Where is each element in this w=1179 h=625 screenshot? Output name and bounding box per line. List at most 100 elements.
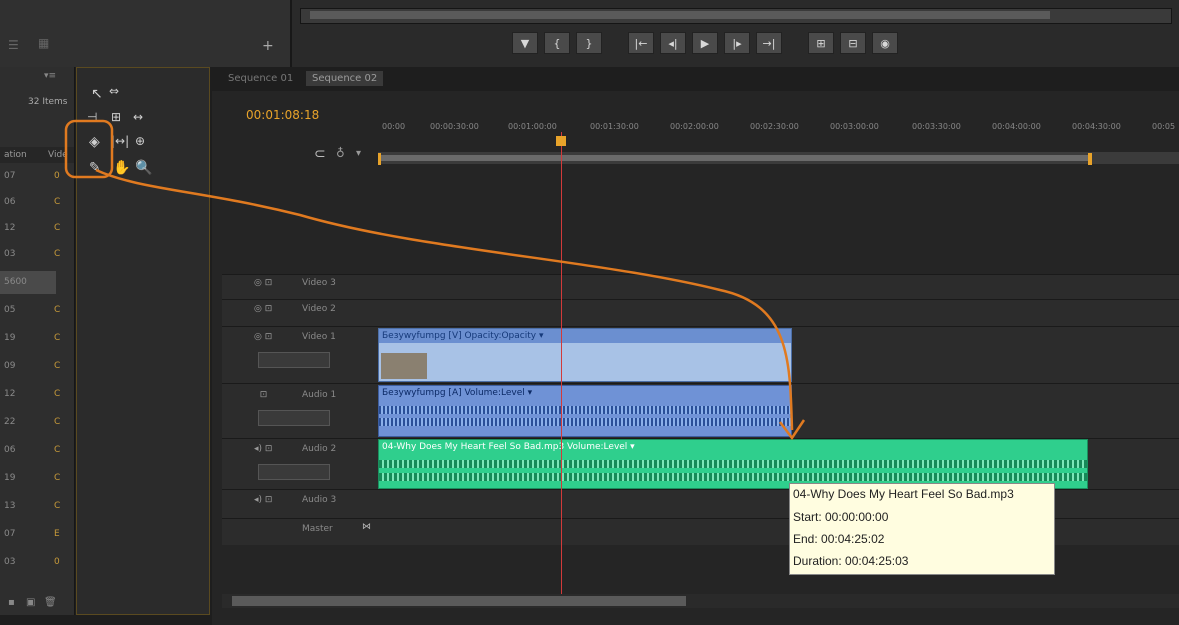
- tick-label: 00:02:30:00: [750, 122, 799, 131]
- tick-label: 00:05: [1152, 122, 1176, 131]
- ripple-edit-tool-icon[interactable]: ⊣: [87, 110, 97, 124]
- track-header-video-3[interactable]: ◎ ⊡ Video 3: [222, 278, 378, 296]
- razor-tool-icon[interactable]: ◈: [89, 134, 100, 150]
- playhead[interactable]: [561, 132, 562, 594]
- list-item[interactable]: 06 C: [0, 191, 74, 214]
- monitor-scrub-area[interactable]: [310, 11, 1050, 19]
- list-item[interactable]: 12 C: [0, 383, 74, 406]
- tab-sequence-01[interactable]: Sequence 01: [222, 71, 299, 86]
- track-header-audio-1[interactable]: ⊡ Audio 1: [222, 390, 378, 430]
- panel-menu-icon[interactable]: ▾≡: [44, 71, 56, 81]
- speaker-icon[interactable]: ◂) ⊡: [254, 444, 272, 454]
- eye-icon[interactable]: ◎ ⊡: [254, 304, 272, 314]
- track-label: Audio 1: [302, 390, 337, 400]
- list-item[interactable]: 07 0: [0, 165, 74, 188]
- keyframe-control[interactable]: [258, 352, 330, 368]
- icon-view-icon[interactable]: ▦: [38, 36, 49, 50]
- waveform: [379, 418, 791, 426]
- sequence-tab-bar: Sequence 01 Sequence 02: [212, 67, 1179, 91]
- insert-icon[interactable]: ⊞: [808, 32, 834, 54]
- slide-tool-icon[interactable]: ⊕: [135, 134, 145, 148]
- tick-label: 00:00: [382, 122, 406, 131]
- mark-in-icon[interactable]: {: [544, 32, 570, 54]
- list-item[interactable]: 5600: [0, 271, 56, 294]
- list-item[interactable]: 05 C: [0, 299, 74, 322]
- track-header-video-1[interactable]: ◎ ⊡ Video 1: [222, 332, 378, 378]
- slip-tool-icon[interactable]: |↔|: [111, 134, 129, 148]
- tick-label: 00:01:30:00: [590, 122, 639, 131]
- work-area-start-handle[interactable]: [378, 153, 381, 165]
- list-item[interactable]: 03 C: [0, 243, 74, 266]
- tick-label: 00:02:00:00: [670, 122, 719, 131]
- rate-stretch-tool-icon[interactable]: ↔: [133, 110, 143, 124]
- track-label: Audio 2: [302, 444, 337, 454]
- waveform: [379, 473, 1087, 481]
- tick-label: 00:01:00:00: [508, 122, 557, 131]
- list-item[interactable]: 06 C: [0, 439, 74, 462]
- work-area-range[interactable]: [380, 155, 1090, 161]
- video-clip[interactable]: Бeзуwуfumpg [V] Opacity:Opacity ▾: [378, 328, 792, 382]
- go-to-in-icon[interactable]: |←: [628, 32, 654, 54]
- export-frame-icon[interactable]: ◉: [872, 32, 898, 54]
- time-ruler[interactable]: 00:00 00:00:30:00 00:01:00:00 00:01:30:0…: [378, 118, 1179, 154]
- list-item[interactable]: 07 E: [0, 523, 74, 546]
- tick-label: 00:00:30:00: [430, 122, 479, 131]
- track-label: Audio 3: [302, 495, 337, 505]
- work-area-end-handle[interactable]: [1088, 153, 1092, 165]
- waveform: [379, 406, 791, 414]
- track-header-master[interactable]: Master ⋈: [222, 522, 378, 542]
- hand-tool-icon[interactable]: ✋: [113, 160, 130, 176]
- tick-label: 00:03:30:00: [912, 122, 961, 131]
- clip-tooltip: 04-Why Does My Heart Feel So Bad.mp3 Sta…: [789, 483, 1055, 575]
- list-item[interactable]: 13 C: [0, 495, 74, 518]
- list-item[interactable]: 12 C: [0, 217, 74, 240]
- timecode-display[interactable]: 00:01:08:18: [246, 108, 319, 122]
- zoom-tool-icon[interactable]: 🔍: [135, 160, 152, 176]
- new-item-icon[interactable]: ▣: [26, 597, 35, 608]
- marker-drop-icon[interactable]: ▾: [356, 148, 361, 159]
- trash-icon[interactable]: 🗑: [44, 597, 57, 608]
- list-item[interactable]: 19 C: [0, 467, 74, 490]
- list-view-icon[interactable]: ☰: [8, 38, 19, 52]
- marker-icon[interactable]: ▼: [512, 32, 538, 54]
- speaker-icon[interactable]: ⊡: [254, 390, 268, 400]
- tooltip-end: End: 00:04:25:02: [793, 532, 885, 546]
- audio-clip-2[interactable]: 04-Why Does My Heart Feel So Bad.mp3 Vol…: [378, 439, 1088, 489]
- add-icon[interactable]: +: [262, 38, 274, 54]
- column-header[interactable]: ation Vide: [0, 147, 74, 163]
- track-label: Video 3: [302, 278, 336, 288]
- track-header-video-2[interactable]: ◎ ⊡ Video 2: [222, 304, 378, 322]
- eye-icon[interactable]: ◎ ⊡: [254, 278, 272, 288]
- playhead-handle[interactable]: [556, 136, 566, 146]
- mark-out-icon[interactable]: }: [576, 32, 602, 54]
- track-header-audio-2[interactable]: ◂) ⊡ Audio 2: [222, 444, 378, 484]
- tab-sequence-02[interactable]: Sequence 02: [306, 71, 384, 86]
- scrollbar-thumb[interactable]: [232, 596, 686, 606]
- go-to-out-icon[interactable]: →|: [756, 32, 782, 54]
- column-duration[interactable]: ation: [4, 150, 27, 160]
- pen-tool-icon[interactable]: ✎: [89, 160, 101, 176]
- overwrite-icon[interactable]: ⊟: [840, 32, 866, 54]
- track-label: Master: [302, 524, 333, 534]
- rolling-edit-tool-icon[interactable]: ⊞: [111, 110, 121, 124]
- step-back-icon[interactable]: ◂|: [660, 32, 686, 54]
- list-item[interactable]: 22 C: [0, 411, 74, 434]
- keyframe-control[interactable]: [258, 410, 330, 426]
- step-forward-icon[interactable]: |▸: [724, 32, 750, 54]
- list-item[interactable]: 03 0: [0, 551, 74, 574]
- snap-icon[interactable]: ⊂: [314, 146, 326, 162]
- new-bin-icon[interactable]: ▪: [8, 597, 15, 608]
- track-select-tool-icon[interactable]: ⇔: [109, 84, 119, 98]
- track-header-audio-3[interactable]: ◂) ⊡ Audio 3: [222, 495, 378, 513]
- audio-clip-1[interactable]: Бeзуwуfumpg [A] Volume:Level ▾: [378, 385, 792, 437]
- speaker-icon[interactable]: ◂) ⊡: [254, 495, 272, 505]
- list-item[interactable]: 19 C: [0, 327, 74, 350]
- selection-tool-icon[interactable]: ↖: [91, 86, 103, 102]
- eye-icon[interactable]: ◎ ⊡: [254, 332, 272, 342]
- list-item[interactable]: 09 C: [0, 355, 74, 378]
- marker-set-icon[interactable]: ♁: [336, 146, 345, 160]
- column-video[interactable]: Vide: [48, 150, 68, 160]
- play-icon[interactable]: ▶: [692, 32, 718, 54]
- keyframe-control[interactable]: [258, 464, 330, 480]
- project-panel: ▾≡ 32 Items ation Vide 07 0 06 C 12 C 03 C 5…: [0, 67, 75, 615]
